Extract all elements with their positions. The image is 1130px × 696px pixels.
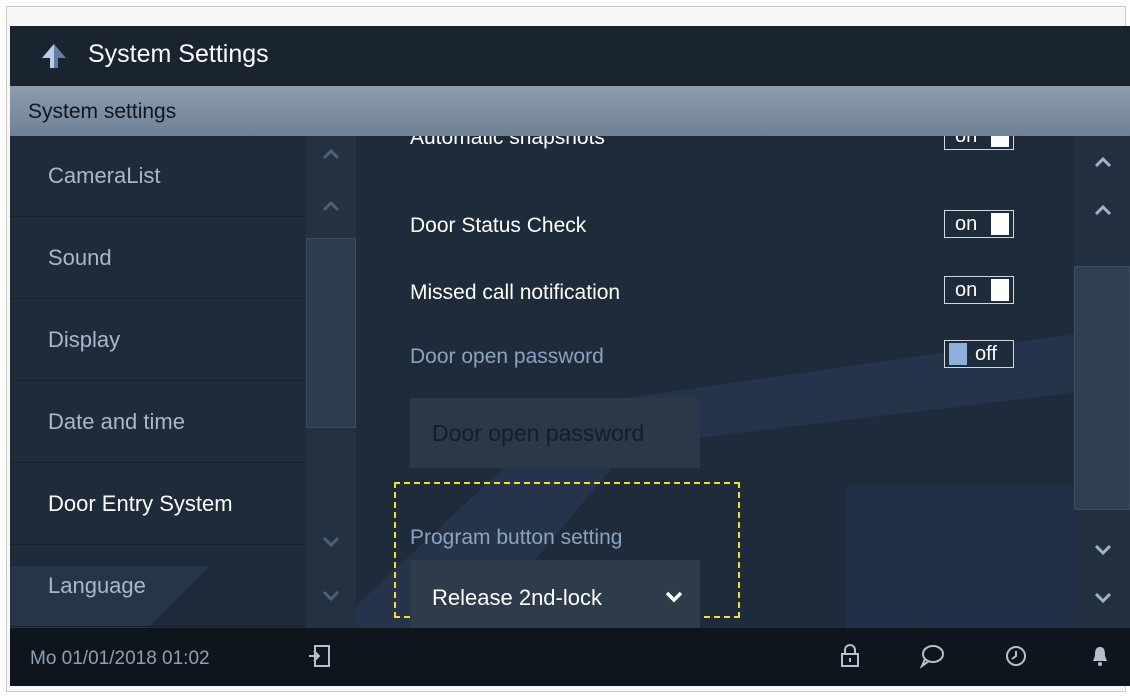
sidebar-item-label: Language <box>48 573 146 598</box>
chevron-up-icon[interactable] <box>1088 154 1118 170</box>
chevron-down-icon[interactable] <box>1088 590 1118 606</box>
sidebar-scroll-thumb[interactable] <box>306 238 356 428</box>
chevron-down-icon[interactable] <box>1088 542 1118 558</box>
date-time: Mo 01/01/2018 01:02 <box>30 648 210 669</box>
content-scroll-thumb[interactable] <box>1074 266 1130 510</box>
sidebar-item-language[interactable]: Language <box>10 546 304 627</box>
sidebar-item-sound[interactable]: Sound <box>10 218 304 299</box>
chevron-down-icon <box>665 591 683 603</box>
setting-label: Automatic snapshots <box>410 136 605 149</box>
automatic-snapshots-toggle[interactable]: on <box>944 136 1014 150</box>
back-arrow-icon[interactable] <box>40 42 68 70</box>
sidebar-item-label: Door Entry System <box>48 491 233 516</box>
door-status-check-toggle[interactable]: on <box>944 210 1014 238</box>
setting-label: Door Status Check <box>410 214 587 237</box>
bell-icon[interactable] <box>1086 642 1114 670</box>
title-bar: System Settings <box>10 26 1130 86</box>
chevron-up-icon[interactable] <box>316 198 346 214</box>
chevron-down-icon[interactable] <box>316 534 346 550</box>
sidebar-item-date-and-time[interactable]: Date and time <box>10 382 304 463</box>
page-title: System Settings <box>88 40 269 68</box>
door-open-password-toggle[interactable]: off <box>944 340 1014 368</box>
door-open-password-button[interactable]: Door open password <box>410 398 700 468</box>
status-bar: Mo 01/01/2018 01:02 <box>10 628 1130 686</box>
chevron-down-icon[interactable] <box>316 588 346 604</box>
setting-label: Door open password <box>410 345 604 368</box>
section-title: System settings <box>28 100 177 123</box>
sidebar-item-label: Display <box>48 327 121 352</box>
program-button-select[interactable]: Release 2nd-lock <box>410 560 700 628</box>
missed-call-notification-toggle[interactable]: on <box>944 276 1014 304</box>
message-icon[interactable] <box>918 642 946 670</box>
sidebar-item-display[interactable]: Display <box>10 300 304 381</box>
chevron-up-icon[interactable] <box>1088 202 1118 218</box>
sidebar-item-label: Date and time <box>48 409 185 434</box>
program-button-value: Release 2nd-lock <box>432 585 602 610</box>
device-screen: System Settings System settings CameraLi… <box>10 26 1130 686</box>
settings-content: Automatic snapshots on Door Status Check… <box>356 136 1074 628</box>
exit-icon[interactable] <box>306 642 334 670</box>
section-header: System settings <box>10 86 1130 136</box>
lock-icon[interactable] <box>836 642 864 670</box>
sidebar-item-label: Sound <box>48 245 112 270</box>
sidebar-item-label: CameraList <box>48 163 161 188</box>
sidebar-item-cameralist[interactable]: CameraList <box>10 136 304 217</box>
chevron-up-icon[interactable] <box>316 146 346 162</box>
program-button-label: Program button setting <box>410 526 623 549</box>
sidebar-item-door-entry-system[interactable]: Door Entry System <box>10 464 304 545</box>
history-icon[interactable] <box>1002 642 1030 670</box>
settings-sidebar: CameraList Sound Display Date and time D… <box>10 136 304 628</box>
setting-label: Missed call notification <box>410 281 621 304</box>
